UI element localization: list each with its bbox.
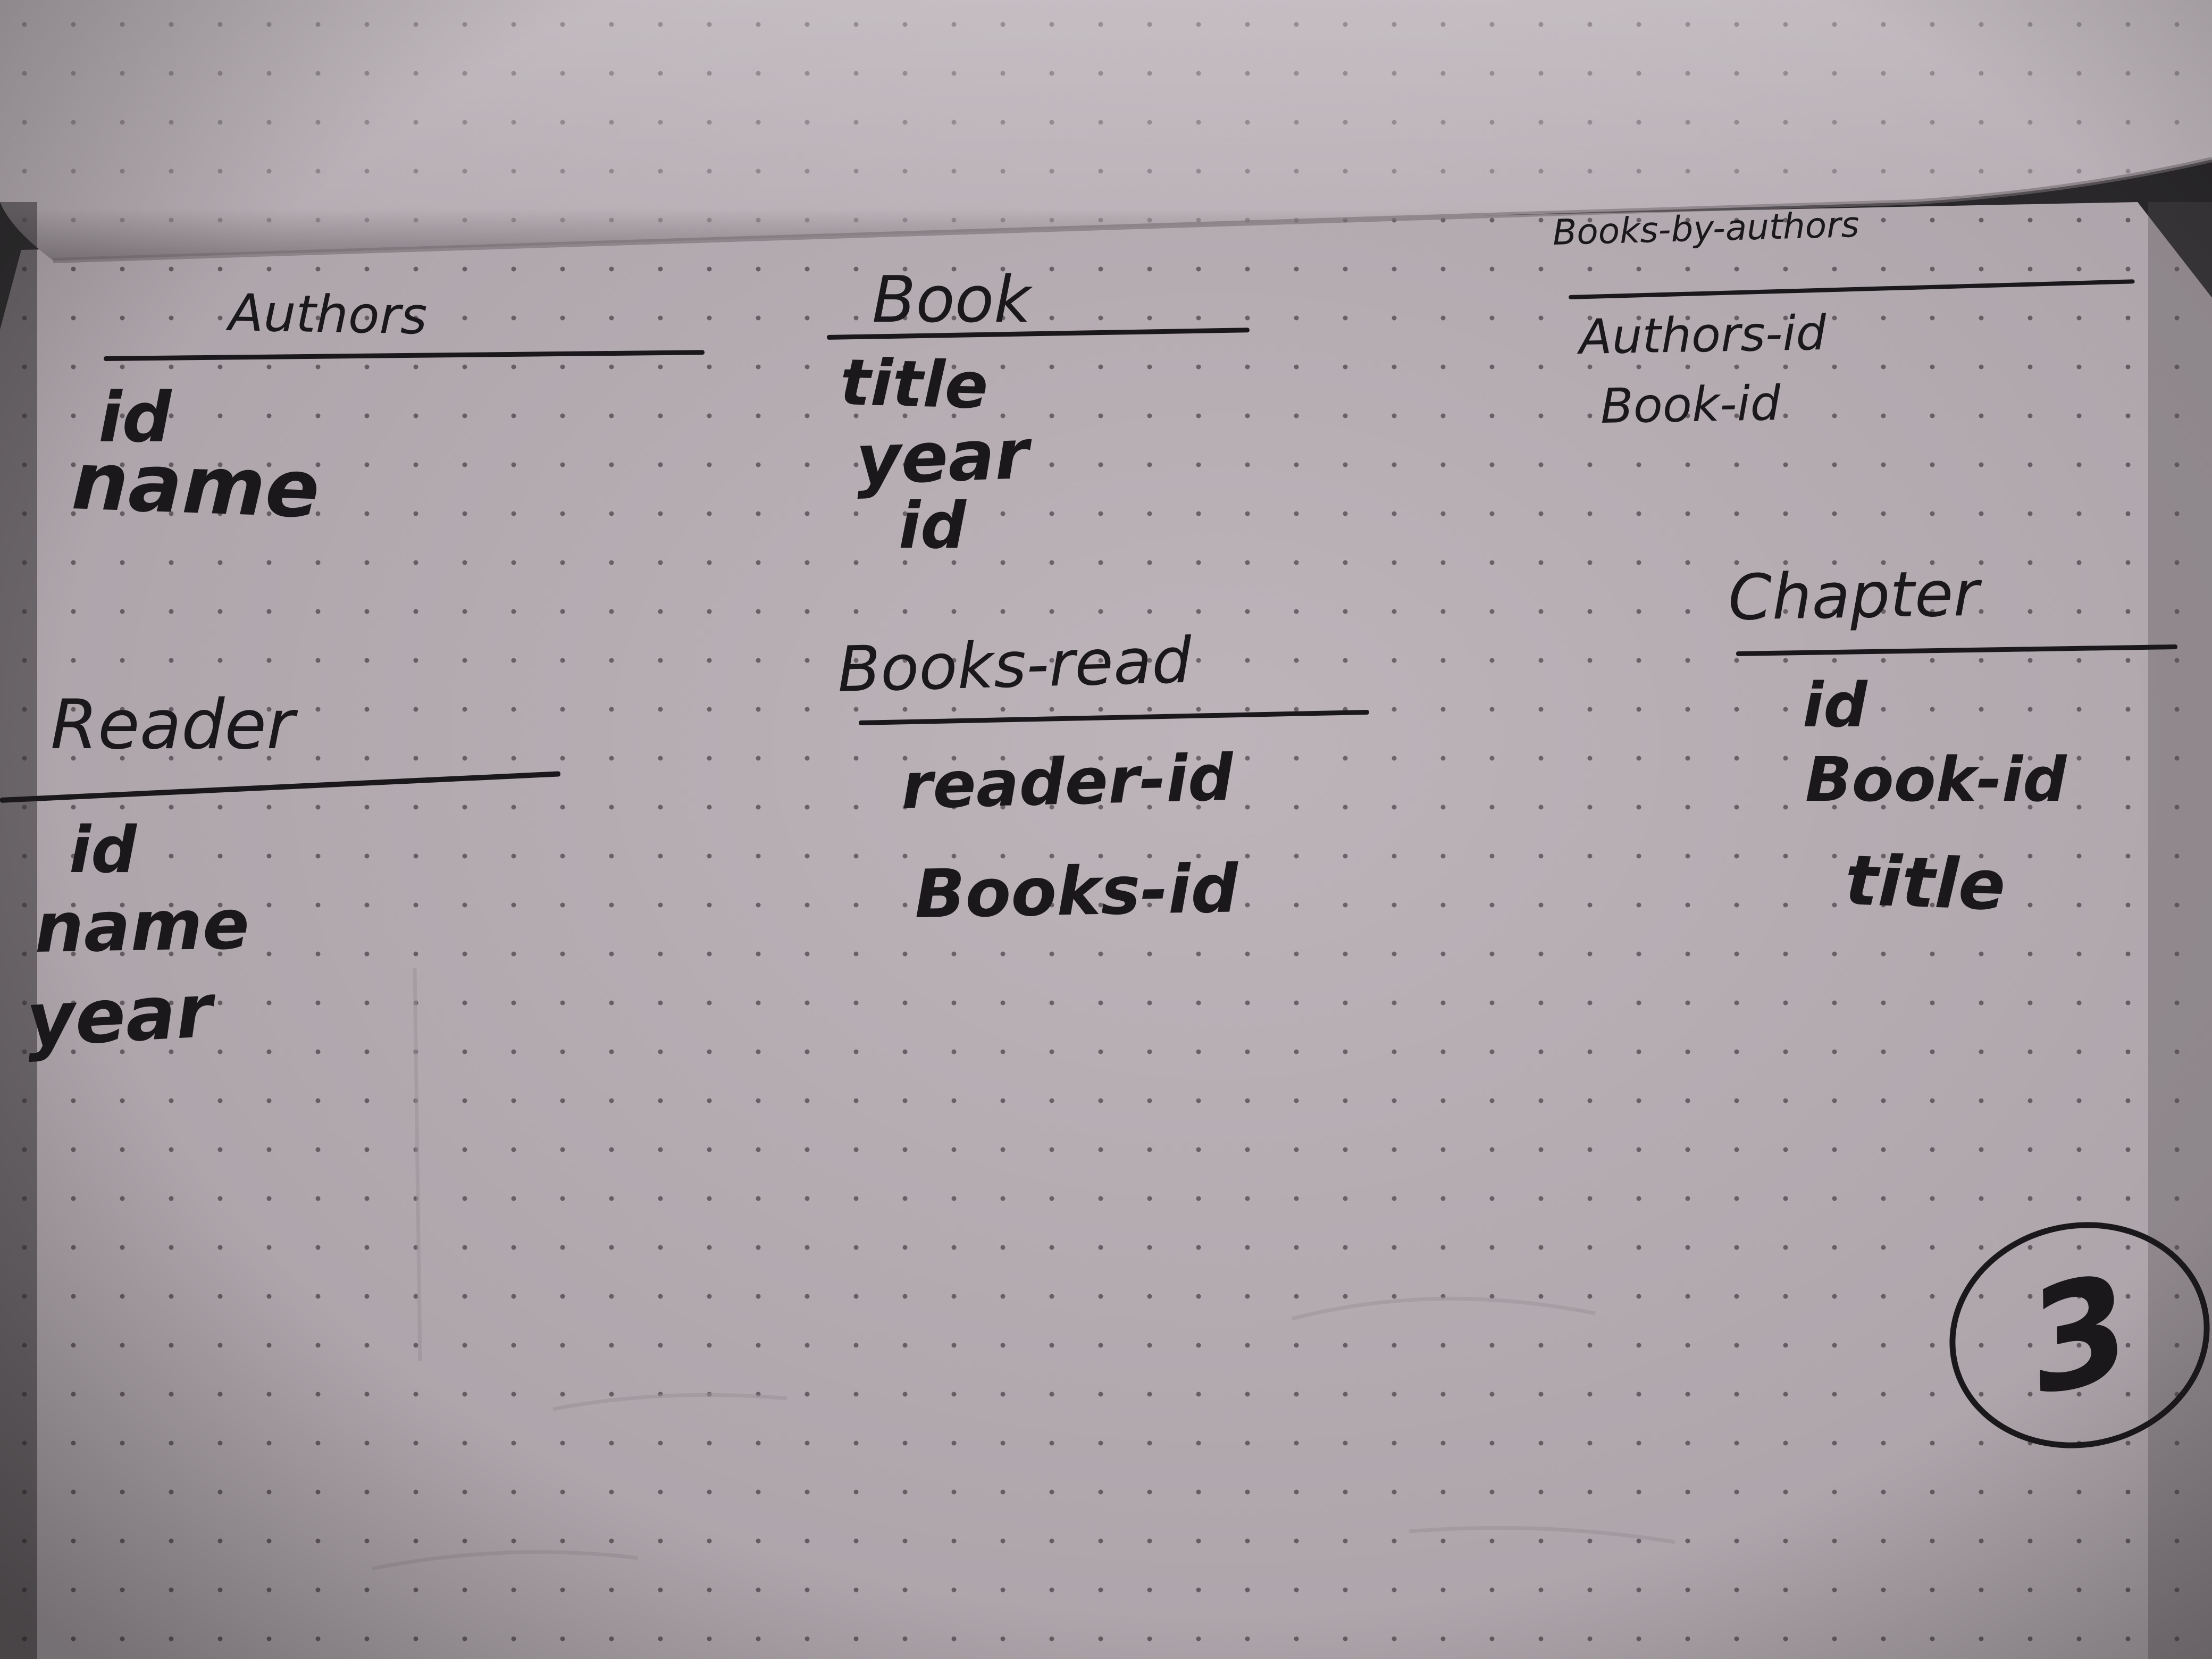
entity-heading: Books-by-authors (1552, 204, 1860, 253)
field-label: title (839, 346, 990, 424)
field-label: id (899, 489, 967, 563)
entity-heading: Book (872, 263, 1031, 337)
entity-heading: Chapter (1727, 556, 1980, 634)
field-label: name (33, 883, 250, 968)
field-label: year (854, 413, 1030, 500)
entity-heading: Reader (51, 685, 295, 765)
field-label: Books-id (914, 850, 1239, 933)
field-label: year (24, 967, 215, 1064)
field-label: Authors-id (1579, 305, 1827, 365)
field-label: name (70, 435, 321, 537)
field-label: reader-id (900, 741, 1235, 824)
page-number: 3 (2013, 1242, 2146, 1428)
field-label: id (1803, 670, 1867, 741)
entity-heading: Authors (228, 283, 428, 346)
field-label: id (69, 814, 137, 887)
field-label: Book-id (1805, 744, 2067, 816)
entity-heading: Books-read (836, 623, 1193, 706)
field-label: Book-id (1600, 375, 1781, 434)
notebook-photo (0, 0, 2212, 1659)
field-label: title (1844, 840, 2007, 926)
